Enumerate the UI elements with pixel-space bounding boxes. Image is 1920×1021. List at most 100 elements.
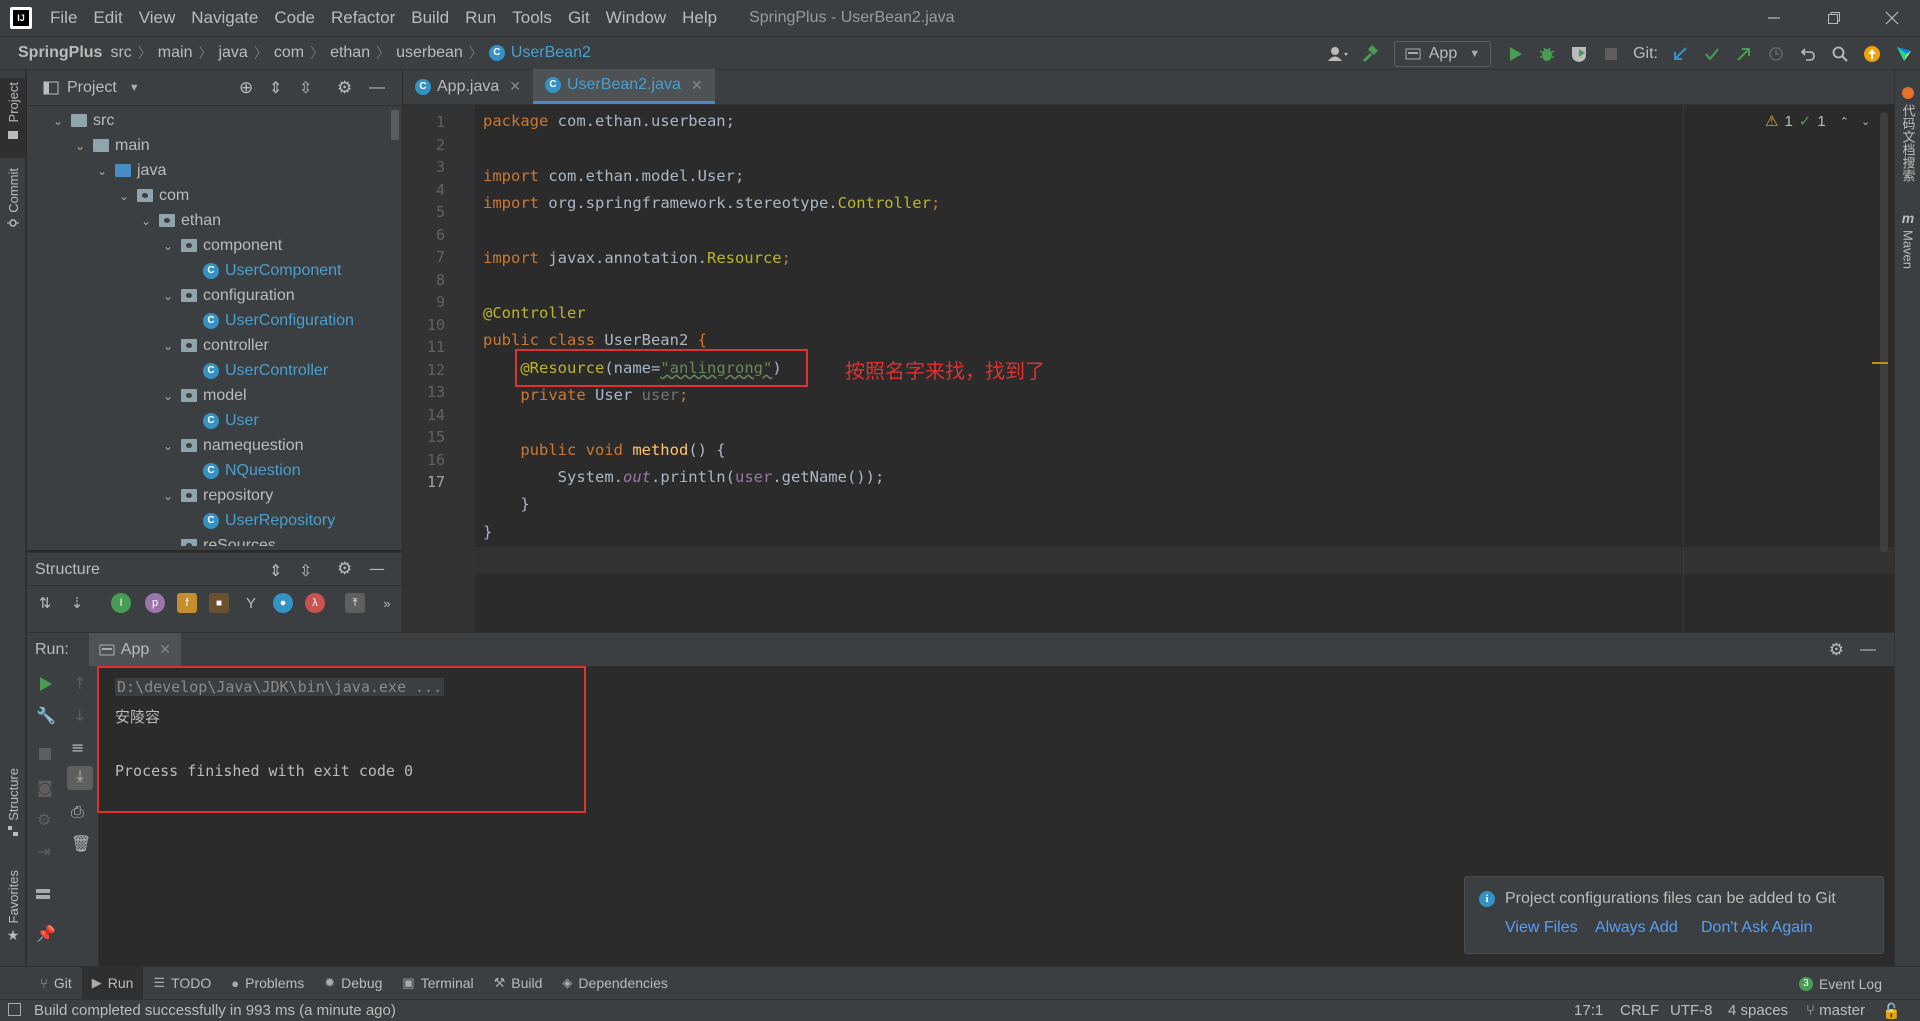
indent-setting[interactable]: 4 spaces	[1728, 1002, 1788, 1019]
tree-item-user[interactable]: C User	[183, 408, 259, 433]
close-tab-icon[interactable]: ✕	[509, 78, 521, 95]
menu-build[interactable]: Build	[403, 0, 457, 36]
hide-panel-icon[interactable]: —	[369, 559, 385, 578]
hide-panel-icon[interactable]: —	[1860, 641, 1876, 659]
menu-git[interactable]: Git	[560, 0, 598, 36]
tool-git[interactable]: ⑂ Git	[30, 967, 82, 1000]
tool-build[interactable]: ⚒ Build	[484, 967, 553, 1000]
breadcrumb-java[interactable]: java	[214, 44, 251, 62]
breadcrumb-main[interactable]: main	[154, 44, 197, 62]
stop-icon[interactable]	[1595, 38, 1627, 70]
tree-item-component[interactable]: ⌄ component	[161, 233, 282, 258]
sort-visibility-icon[interactable]: ⇅	[35, 593, 55, 613]
chevron-down-icon[interactable]: ⌄	[161, 239, 175, 253]
hide-panel-icon[interactable]: —	[369, 79, 385, 97]
show-anonymous-icon[interactable]: Y	[241, 593, 261, 613]
soft-wrap-icon[interactable]: ≡	[71, 738, 84, 757]
tool-tab-project[interactable]: Project	[0, 78, 26, 158]
expand-all-icon[interactable]: ⇕	[269, 561, 282, 580]
menu-file[interactable]: File	[42, 0, 85, 36]
chevron-down-icon[interactable]: ▼	[129, 82, 140, 94]
tree-item-usercomponent[interactable]: C UserComponent	[183, 258, 342, 283]
tree-item-usercontroller[interactable]: C UserController	[183, 358, 328, 383]
menu-code[interactable]: Code	[266, 0, 323, 36]
tree-item-main[interactable]: ⌄ main	[73, 133, 150, 158]
menu-tools[interactable]: Tools	[504, 0, 560, 36]
breadcrumb-project[interactable]: SpringPlus	[14, 44, 106, 62]
line-separator[interactable]: CRLF	[1620, 1002, 1659, 1019]
tool-tab-structure[interactable]: Structure	[0, 768, 26, 858]
menu-navigate[interactable]: Navigate	[183, 0, 266, 36]
stop-icon[interactable]	[38, 747, 52, 761]
expand-all-icon[interactable]: ⇕	[269, 78, 282, 98]
collapse-all-icon[interactable]: ⇳	[299, 561, 312, 580]
tree-item-java[interactable]: ⌄ java	[95, 158, 166, 183]
git-branch[interactable]: ⑂ master	[1806, 1002, 1865, 1019]
breadcrumb-src[interactable]: src	[106, 44, 135, 62]
tool-debug[interactable]: ✹ Debug	[314, 967, 392, 1000]
menu-help[interactable]: Help	[674, 0, 725, 36]
chevron-down-icon[interactable]: ⌄	[73, 139, 87, 153]
git-push-icon[interactable]	[1728, 38, 1760, 70]
tree-item-com[interactable]: ⌄ com	[117, 183, 189, 208]
tool-terminal[interactable]: ▣ Terminal	[392, 967, 483, 1000]
trash-icon[interactable]: 🗑	[71, 834, 91, 853]
project-panel-title[interactable]: Project	[67, 79, 117, 97]
toggle-tool-windows-icon[interactable]	[8, 1003, 21, 1016]
restore-icon[interactable]	[1806, 0, 1862, 36]
tab-app-java[interactable]: C App.java ✕	[403, 69, 533, 104]
sort-alpha-icon[interactable]: ⇣	[67, 593, 87, 613]
tool-tab-favorites[interactable]: Favorites ★	[0, 870, 26, 960]
camera-icon[interactable]: ◙	[37, 778, 53, 797]
lock-icon[interactable]: 🔓	[1882, 1002, 1901, 1020]
chevron-down-icon[interactable]: ⌄	[161, 389, 175, 403]
tool-tab-doc-search[interactable]: 代码文档搜索	[1895, 86, 1920, 196]
exit-icon[interactable]: ⇥	[37, 842, 50, 861]
chevron-up-icon[interactable]: ⌃	[1840, 115, 1849, 128]
tree-item-configuration[interactable]: ⌄ configuration	[161, 283, 295, 308]
show-properties-icon[interactable]: p	[145, 593, 165, 613]
close-tab-icon[interactable]: ✕	[691, 77, 703, 94]
chevron-down-icon[interactable]: ⌄	[161, 339, 175, 353]
tree-item-resources[interactable]: ⌄ reSources	[161, 533, 276, 546]
tree-item-userrepository[interactable]: C UserRepository	[183, 508, 335, 533]
editor-scrollbar[interactable]	[1880, 112, 1888, 552]
build-hammer-icon[interactable]	[1354, 38, 1386, 70]
chevron-down-icon[interactable]: ⌄	[161, 489, 175, 503]
update-available-icon[interactable]	[1856, 38, 1888, 70]
tool-tab-commit[interactable]: Commit	[0, 168, 26, 248]
scroll-to-end-icon[interactable]: ⤓	[67, 766, 93, 790]
close-tab-icon[interactable]: ✕	[159, 641, 171, 658]
chevron-down-icon[interactable]: ⌄	[161, 289, 175, 303]
tree-item-ethan[interactable]: ⌄ ethan	[139, 208, 221, 233]
menu-view[interactable]: View	[131, 0, 184, 36]
menu-run[interactable]: Run	[457, 0, 504, 36]
warning-stripe-marker[interactable]	[1872, 362, 1888, 364]
collapse-all-icon[interactable]: ⇳	[299, 78, 312, 98]
chevron-down-icon[interactable]: ⌄	[1861, 115, 1870, 128]
menu-window[interactable]: Window	[598, 0, 674, 36]
wrench-icon[interactable]: 🔧	[36, 706, 56, 725]
search-icon[interactable]	[1824, 38, 1856, 70]
tree-scrollbar[interactable]	[391, 110, 399, 140]
gear-icon[interactable]: ⚙	[337, 559, 352, 579]
chevron-down-icon[interactable]: ⌄	[161, 439, 175, 453]
pin-icon[interactable]: 📌	[36, 924, 56, 943]
autoscroll-icon[interactable]: ⤒	[345, 593, 365, 613]
close-window-icon[interactable]	[1864, 0, 1920, 36]
tab-userbean2-java[interactable]: C UserBean2.java ✕	[533, 69, 715, 104]
always-add-link[interactable]: Always Add	[1595, 919, 1678, 937]
run-icon[interactable]	[1499, 38, 1531, 70]
menu-edit[interactable]: Edit	[85, 0, 130, 36]
run-tab-app[interactable]: App ✕	[88, 632, 181, 667]
tool-problems[interactable]: ● Problems	[221, 967, 314, 1000]
settings-dim-icon[interactable]: ⚙	[37, 810, 51, 829]
breadcrumb-ethan[interactable]: ethan	[326, 44, 374, 62]
show-non-public-icon[interactable]: ■	[209, 593, 229, 613]
minimize-icon[interactable]	[1746, 0, 1802, 36]
arrow-down-icon[interactable]: ↓	[73, 706, 86, 725]
tree-item-model[interactable]: ⌄ model	[161, 383, 247, 408]
locate-icon[interactable]: ⊕	[239, 78, 253, 98]
show-inherited-icon[interactable]: I	[111, 593, 131, 613]
tree-item-repository[interactable]: ⌄ repository	[161, 483, 273, 508]
